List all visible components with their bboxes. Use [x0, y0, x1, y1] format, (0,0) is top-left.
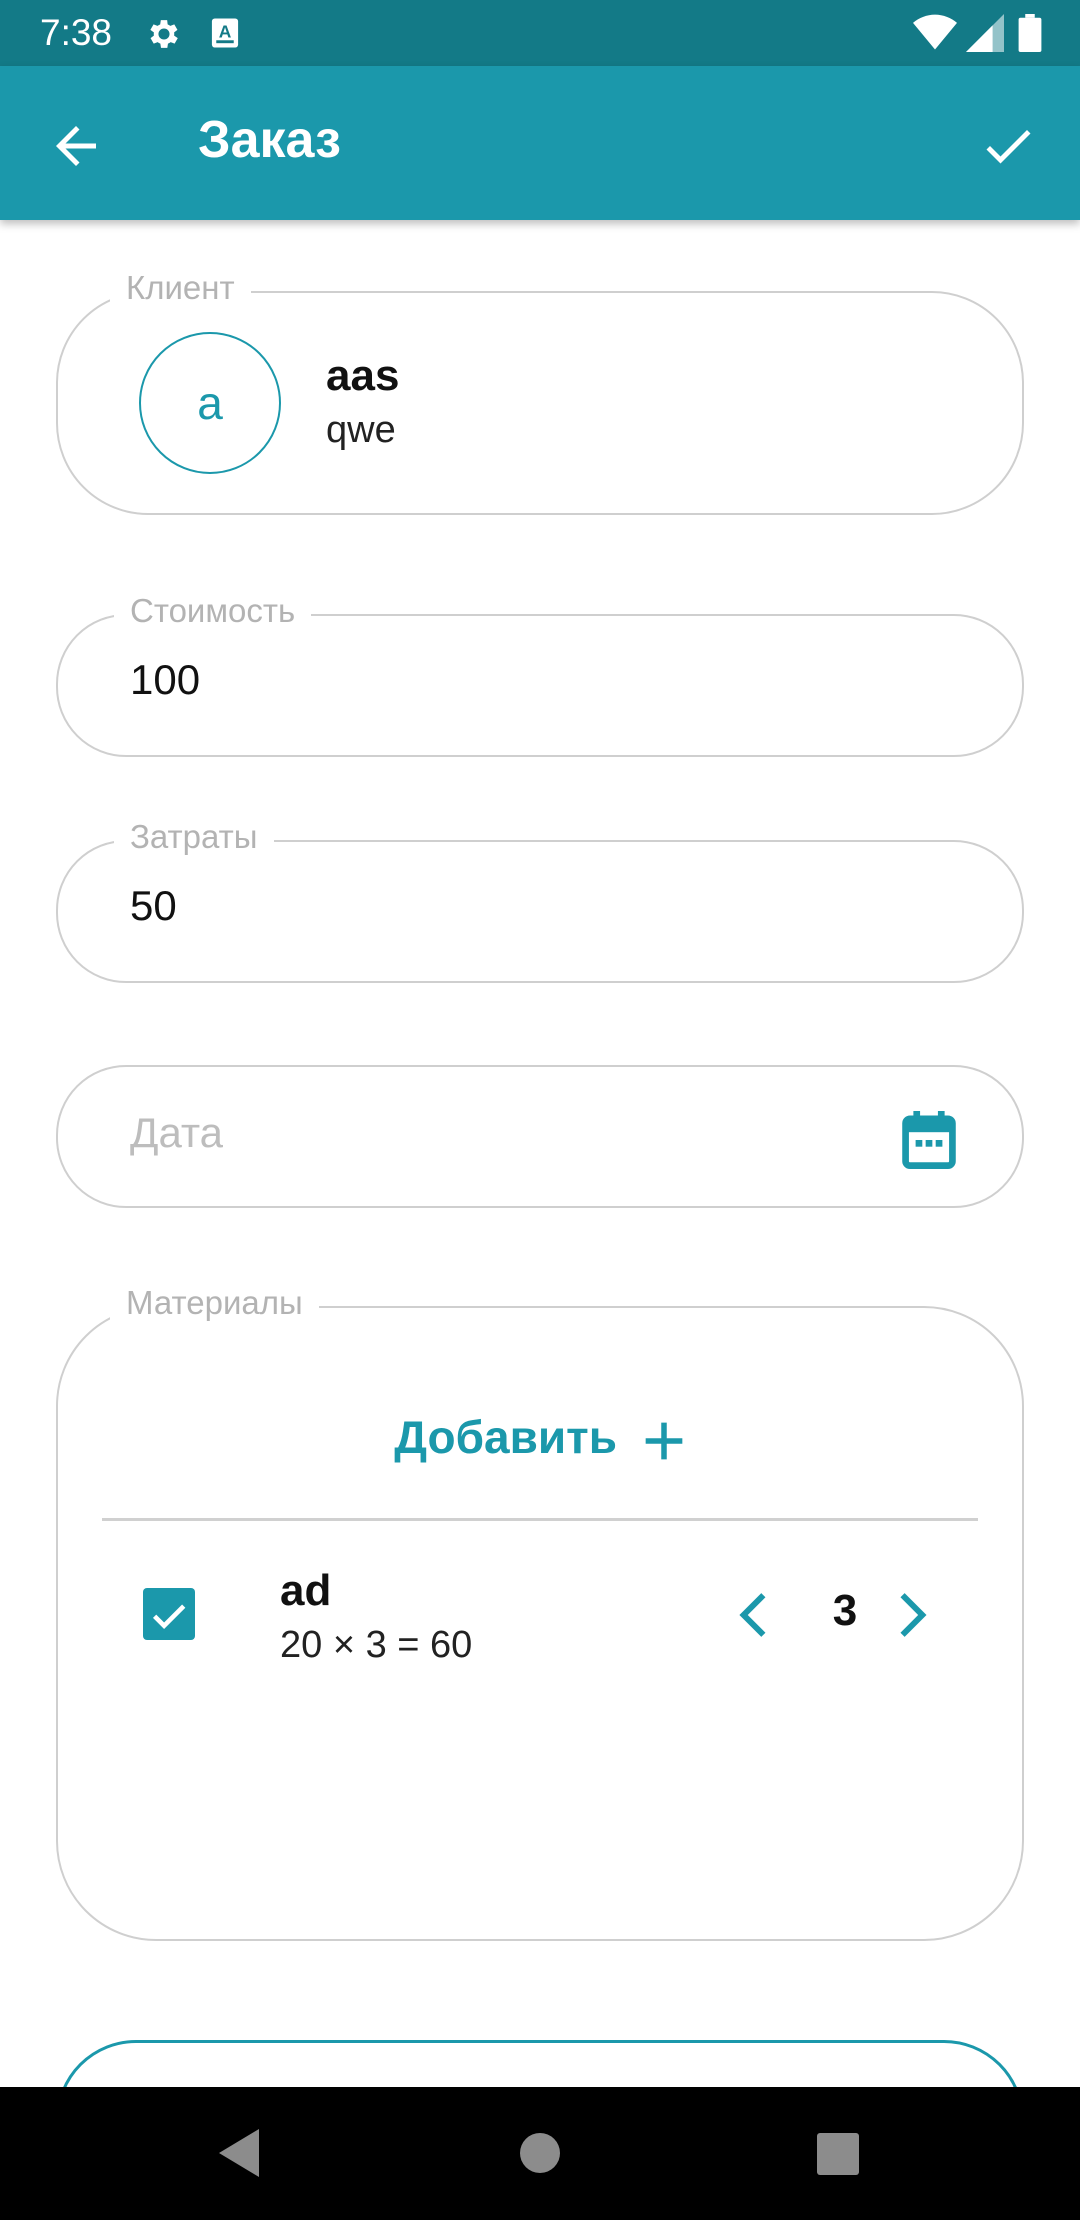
chevron-left-icon[interactable] [734, 1590, 774, 1640]
nav-home-icon[interactable] [520, 2133, 560, 2173]
add-material-label: Добавить [394, 1411, 617, 1463]
client-subtitle: qwe [326, 409, 396, 451]
avatar: a [139, 332, 281, 474]
status-bar: 7:38 A [0, 0, 1080, 66]
status-icons [913, 14, 1042, 52]
app-bar: Заказ [0, 66, 1080, 220]
calendar-icon[interactable] [902, 1111, 956, 1169]
client-name: aas [326, 351, 400, 400]
material-name: ad [280, 1566, 332, 1615]
materials-field: Материалы Добавить ad 20 × 3 = 60 3 [56, 1280, 1024, 1941]
chevron-right-icon[interactable] [894, 1590, 934, 1640]
plus-icon [645, 1422, 683, 1460]
cost-value[interactable]: 100 [130, 656, 200, 704]
nav-back-icon[interactable] [218, 2129, 260, 2177]
materials-divider [102, 1518, 978, 1521]
status-time: 7:38 [40, 12, 113, 53]
expenses-label: Затраты [114, 814, 274, 860]
list-item: ad 20 × 3 = 60 3 [58, 1562, 1022, 1672]
materials-label: Материалы [110, 1280, 319, 1326]
gear-icon [150, 20, 178, 48]
expenses-value[interactable]: 50 [130, 882, 177, 930]
checkbox-checked-icon[interactable] [143, 1588, 195, 1640]
expenses-field[interactable]: Затраты 50 [56, 814, 1024, 983]
navigation-bar [0, 2087, 1080, 2220]
check-icon[interactable] [976, 116, 1040, 176]
svg-text:A: A [219, 21, 232, 41]
cost-label: Стоимость [114, 588, 312, 634]
signal-icon [965, 14, 1004, 52]
quantity-value: 3 [832, 1586, 858, 1635]
date-field[interactable]: Дата [56, 1065, 1024, 1208]
wifi-icon [913, 14, 958, 50]
page-title: Заказ [198, 111, 341, 169]
battery-icon [1018, 14, 1042, 52]
client-label: Клиент [110, 265, 251, 311]
back-arrow-icon[interactable] [46, 116, 106, 176]
add-material-button[interactable]: Добавить [58, 1410, 1022, 1464]
material-calculation: 20 × 3 = 60 [280, 1624, 473, 1666]
client-field[interactable]: Клиент a aas qwe [56, 265, 1024, 515]
nav-recents-icon[interactable] [817, 2133, 859, 2175]
cost-field[interactable]: Стоимость 100 [56, 588, 1024, 757]
date-placeholder: Дата [130, 1109, 224, 1156]
order-screen: 7:38 A Заказ Клиент a aas qwe Стоимость … [0, 0, 1080, 2220]
keyboard-a-icon: A [211, 18, 239, 48]
